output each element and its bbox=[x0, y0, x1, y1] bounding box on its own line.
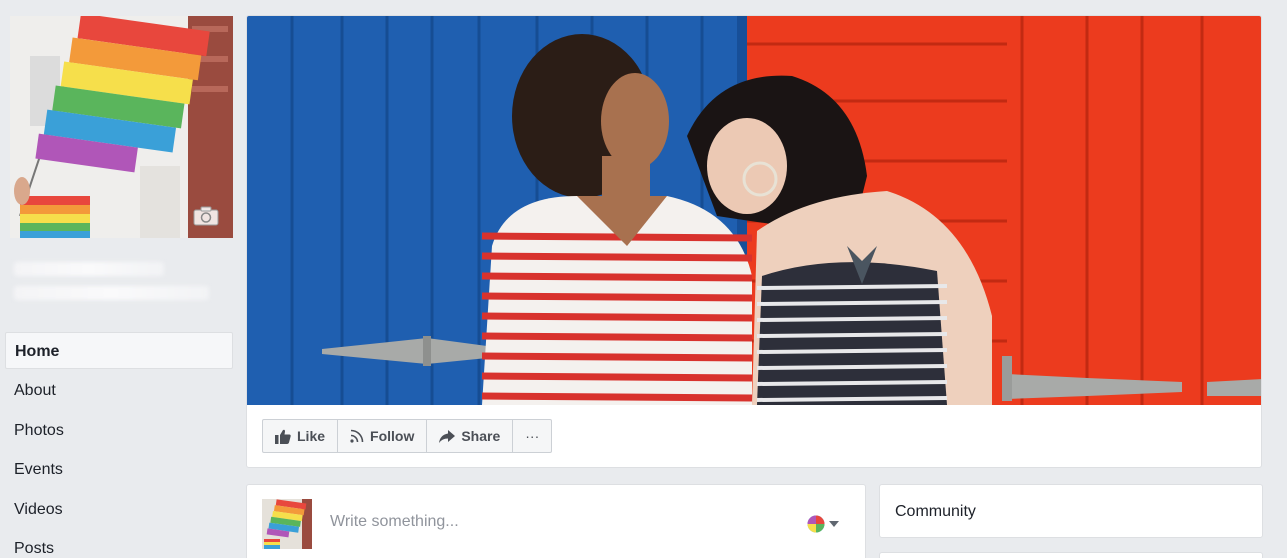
thumbs-up-icon bbox=[275, 429, 291, 444]
nav-item-events[interactable]: Events bbox=[5, 450, 233, 490]
share-button[interactable]: Share bbox=[427, 420, 514, 452]
community-title[interactable]: Community bbox=[895, 503, 976, 521]
like-button[interactable]: Like bbox=[263, 420, 339, 452]
camera-icon[interactable] bbox=[193, 206, 219, 226]
page-action-bar: Like Follow Share ··· bbox=[262, 419, 553, 453]
audience-selector[interactable] bbox=[807, 515, 839, 533]
cover-card: Like Follow Share ··· bbox=[246, 15, 1262, 468]
write-something-input[interactable]: Write something... bbox=[330, 513, 459, 531]
nav-item-about[interactable]: About bbox=[5, 371, 233, 411]
nav-item-posts[interactable]: Posts bbox=[5, 529, 233, 558]
more-options-button[interactable]: ··· bbox=[513, 420, 551, 452]
rainbow-globe-icon bbox=[807, 515, 825, 533]
nav-item-photos[interactable]: Photos bbox=[5, 411, 233, 451]
nav-item-videos[interactable]: Videos bbox=[5, 490, 233, 530]
chevron-down-icon bbox=[829, 521, 839, 527]
community-card: Community bbox=[879, 484, 1263, 538]
cover-photo[interactable] bbox=[247, 16, 1262, 405]
follow-label: Follow bbox=[370, 428, 415, 444]
share-label: Share bbox=[461, 428, 501, 444]
rainbow-flag-avatar bbox=[262, 499, 312, 549]
sidebar-card bbox=[879, 552, 1263, 558]
nav-item-home[interactable]: Home bbox=[5, 332, 233, 369]
like-label: Like bbox=[297, 428, 326, 444]
profile-picture[interactable] bbox=[10, 16, 233, 238]
page-name-blurred bbox=[14, 262, 214, 312]
follow-button[interactable]: Follow bbox=[338, 420, 428, 452]
page-nav: Home About Photos Events Videos Posts bbox=[5, 332, 233, 558]
rainbow-flag-photo bbox=[10, 16, 233, 238]
rss-icon bbox=[350, 429, 364, 443]
composer-avatar bbox=[262, 499, 312, 549]
share-arrow-icon bbox=[439, 429, 456, 443]
post-composer: Write something... bbox=[246, 484, 866, 558]
more-options-label: ··· bbox=[525, 428, 540, 444]
